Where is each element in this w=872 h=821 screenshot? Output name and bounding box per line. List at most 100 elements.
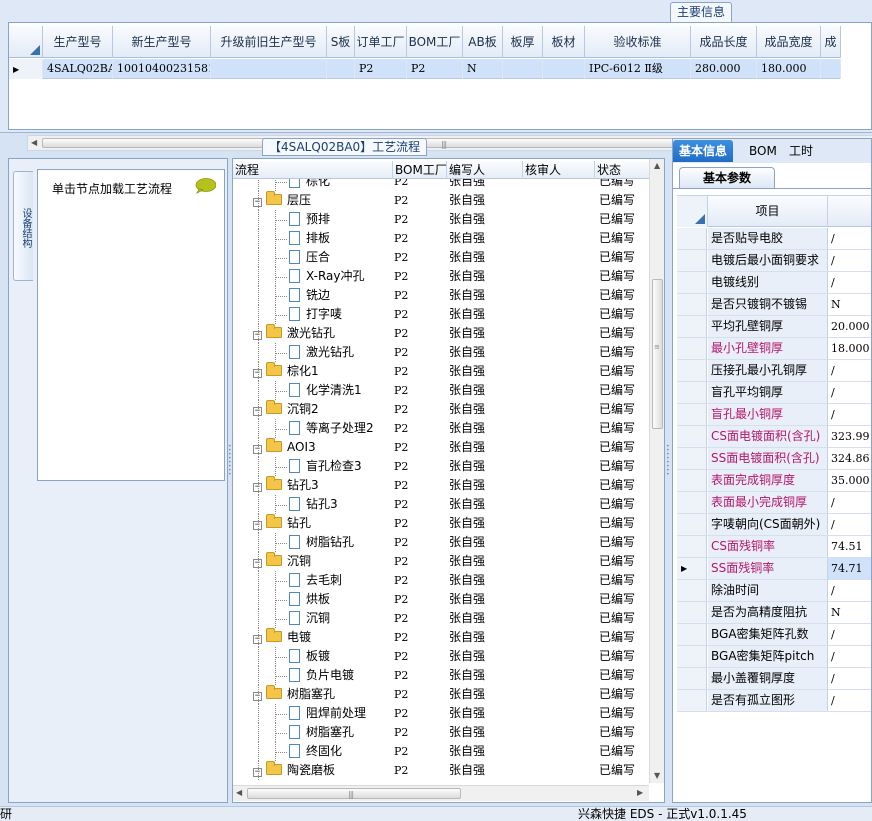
- tree-group-node[interactable]: − 树脂塞孔: [253, 685, 335, 704]
- column-header[interactable]: 生产型号: [43, 26, 113, 58]
- param-value[interactable]: 74.71: [828, 558, 871, 579]
- grid-corner[interactable]: [677, 196, 708, 227]
- tree-row[interactable]: − 钻孔 P2 张自强 已编写: [233, 514, 649, 533]
- tree-row[interactable]: 铣边 P2 张自强 已编写: [233, 286, 649, 305]
- param-value[interactable]: /: [828, 250, 871, 271]
- tree-group-node[interactable]: − 钻孔: [253, 514, 311, 533]
- tree-row[interactable]: 打字唛 P2 张自强 已编写: [233, 305, 649, 324]
- grid-cell[interactable]: IPC-6012 Ⅱ级: [585, 59, 691, 79]
- column-header[interactable]: AB板: [463, 26, 503, 58]
- tree-leaf-node[interactable]: 排板: [289, 229, 330, 248]
- param-row[interactable]: 表面完成铜厚度 35.000: [677, 470, 871, 492]
- tree-leaf-node[interactable]: 化学清洗1: [289, 381, 362, 400]
- param-row[interactable]: 是否为高精度阻抗 N: [677, 602, 871, 624]
- tree-row[interactable]: 树脂塞孔 P2 张自强 已编写: [233, 723, 649, 742]
- device-tree[interactable]: 单击节点加载工艺流程: [37, 169, 225, 481]
- tree-group-node[interactable]: − AOI3: [253, 438, 316, 457]
- tree-leaf-node[interactable]: 去毛刺: [289, 571, 342, 590]
- param-row[interactable]: 表面最小完成铜厚 /: [677, 492, 871, 514]
- tree-row[interactable]: 钻孔3 P2 张自强 已编写: [233, 495, 649, 514]
- tree-row[interactable]: 预排 P2 张自强 已编写: [233, 210, 649, 229]
- tree-group-node[interactable]: − 沉铜2: [253, 400, 319, 419]
- tab-work-hours[interactable]: 工时: [783, 140, 819, 162]
- tree-row[interactable]: 激光钻孔 P2 张自强 已编写: [233, 343, 649, 362]
- column-header[interactable]: [828, 196, 871, 227]
- tree-row[interactable]: 阻焊前处理 P2 张自强 已编写: [233, 704, 649, 723]
- tree-row[interactable]: − 沉铜2 P2 张自强 已编写: [233, 400, 649, 419]
- grid-cell[interactable]: [543, 59, 585, 79]
- param-row[interactable]: CS面残铜率 74.51: [677, 536, 871, 558]
- scroll-up-icon[interactable]: ▲: [654, 161, 660, 170]
- row-selector[interactable]: [677, 668, 707, 689]
- tree-leaf-node[interactable]: 板镀: [289, 647, 330, 666]
- row-selector[interactable]: [677, 580, 707, 601]
- column-header[interactable]: 成: [821, 26, 841, 58]
- param-value[interactable]: /: [828, 580, 871, 601]
- tree-row[interactable]: 负片电镀 P2 张自强 已编写: [233, 666, 649, 685]
- column-header[interactable]: 新生产型号: [113, 26, 211, 58]
- param-value[interactable]: /: [828, 360, 871, 381]
- param-row[interactable]: 平均孔壁铜厚 20.000: [677, 316, 871, 338]
- param-value[interactable]: /: [828, 492, 871, 513]
- splitter-grip-icon[interactable]: • • • • • • • •: [666, 444, 670, 478]
- row-selector[interactable]: [677, 294, 707, 315]
- param-value[interactable]: 324.86: [828, 448, 871, 469]
- row-selector[interactable]: [677, 448, 707, 469]
- tree-leaf-node[interactable]: 负片电镀: [289, 666, 354, 685]
- tree-row[interactable]: 等离子处理2 P2 张自强 已编写: [233, 419, 649, 438]
- grid-cell[interactable]: [327, 59, 355, 79]
- grid-cell[interactable]: [821, 59, 841, 79]
- param-value[interactable]: /: [828, 668, 871, 689]
- param-row[interactable]: 电镀线别 /: [677, 272, 871, 294]
- grid-corner[interactable]: [9, 26, 43, 58]
- param-row[interactable]: 盲孔平均铜厚 /: [677, 382, 871, 404]
- row-selector[interactable]: [677, 404, 707, 425]
- param-value[interactable]: /: [828, 646, 871, 667]
- tree-row[interactable]: 化学清洗1 P2 张自强 已编写: [233, 381, 649, 400]
- column-header[interactable]: 板材: [543, 26, 585, 58]
- tree-row[interactable]: 棕化 P2 张自强 已编写: [233, 179, 649, 191]
- param-row[interactable]: CS面电镀面积(含孔) 323.99: [677, 426, 871, 448]
- grid-cell[interactable]: N: [463, 59, 503, 79]
- tree-row[interactable]: 烘板 P2 张自强 已编写: [233, 590, 649, 609]
- tree-leaf-node[interactable]: 烘板: [289, 590, 330, 609]
- param-value[interactable]: /: [828, 624, 871, 645]
- tree-group-node[interactable]: − 陶瓷磨板: [253, 761, 335, 780]
- param-row[interactable]: 电镀后最小面铜要求 /: [677, 250, 871, 272]
- tab-bom[interactable]: BOM: [743, 140, 783, 162]
- column-header[interactable]: BOM工厂: [407, 26, 463, 58]
- param-row[interactable]: 字唛朝向(CS面朝外) /: [677, 514, 871, 536]
- scroll-left-icon[interactable]: ◀: [31, 138, 37, 147]
- grid-cell[interactable]: 180.000: [757, 59, 821, 79]
- tree-leaf-node[interactable]: 沉铜: [289, 609, 330, 628]
- row-selector[interactable]: [677, 316, 707, 337]
- param-row[interactable]: 最小孔壁铜厚 18.000: [677, 338, 871, 360]
- tree-row[interactable]: − 陶瓷磨板 P2 张自强 已编写: [233, 761, 649, 780]
- row-selector[interactable]: [677, 492, 707, 513]
- row-selector[interactable]: [677, 360, 707, 381]
- column-header[interactable]: BOM工厂: [393, 161, 447, 179]
- grid-cell[interactable]: P2: [355, 59, 407, 79]
- param-row[interactable]: SS面电镀面积(含孔) 324.86: [677, 448, 871, 470]
- column-header[interactable]: 流程: [233, 161, 393, 179]
- row-selector[interactable]: ▶: [9, 59, 43, 79]
- tree-leaf-node[interactable]: 钻孔3: [289, 495, 338, 514]
- tree-leaf-node[interactable]: 预排: [289, 210, 330, 229]
- column-header[interactable]: 升级前旧生产型号: [211, 26, 327, 58]
- param-row[interactable]: BGA密集矩阵孔数 /: [677, 624, 871, 646]
- tree-row[interactable]: 盲孔检查3 P2 张自强 已编写: [233, 457, 649, 476]
- tree-leaf-node[interactable]: 等离子处理2: [289, 419, 374, 438]
- tree-row[interactable]: − 沉铜 P2 张自强 已编写: [233, 552, 649, 571]
- param-grid-body[interactable]: 是否贴导电胶 / 电镀后最小面铜要求 / 电镀线别 / 是否只镀铜不镀锡 N 平均孔壁铜厚 20.…: [677, 228, 871, 748]
- tree-row[interactable]: 排板 P2 张自强 已编写: [233, 229, 649, 248]
- column-header[interactable]: S板: [327, 26, 355, 58]
- row-selector[interactable]: [677, 624, 707, 645]
- tree-row[interactable]: − 激光钻孔 P2 张自强 已编写: [233, 324, 649, 343]
- tab-basic-info[interactable]: 基本信息: [673, 140, 734, 162]
- row-selector[interactable]: [677, 514, 707, 535]
- scrollbar-thumb[interactable]: |||: [247, 788, 461, 799]
- tree-row[interactable]: 压合 P2 张自强 已编写: [233, 248, 649, 267]
- tree-leaf-node[interactable]: 压合: [289, 248, 330, 267]
- grid-cell[interactable]: [503, 59, 543, 79]
- tree-row[interactable]: − 棕化1 P2 张自强 已编写: [233, 362, 649, 381]
